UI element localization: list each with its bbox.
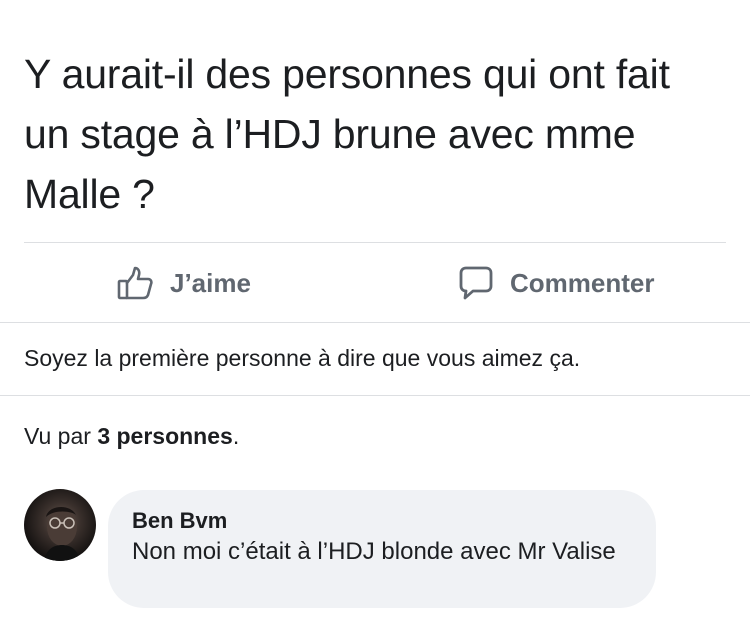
comment-author[interactable]: Ben Bvm <box>132 506 632 536</box>
speech-bubble-icon <box>458 265 494 301</box>
seen-by-summary[interactable]: Vu par 3 personnes. <box>24 423 239 450</box>
avatar[interactable] <box>24 489 96 561</box>
like-button[interactable]: J’aime <box>116 258 251 308</box>
seen-prefix: Vu par <box>24 423 98 449</box>
seen-count[interactable]: 3 personnes <box>97 423 233 449</box>
divider <box>24 242 726 243</box>
seen-suffix: . <box>232 423 240 449</box>
post-text: Y aurait-il des personnes qui ont fait u… <box>24 51 670 217</box>
divider <box>0 395 750 396</box>
like-label: J’aime <box>170 267 251 298</box>
comment-label: Commenter <box>510 267 655 298</box>
comment-bubble[interactable]: Ben Bvm Non moi c’était à l’HDJ blonde a… <box>108 490 656 608</box>
thumbs-up-icon <box>116 264 154 302</box>
comment-text: Non moi c’était à l’HDJ blonde avec Mr V… <box>132 538 616 565</box>
likes-summary[interactable]: Soyez la première personne à dire que vo… <box>24 345 580 372</box>
divider <box>0 322 750 323</box>
comment-button[interactable]: Commenter <box>458 258 654 308</box>
